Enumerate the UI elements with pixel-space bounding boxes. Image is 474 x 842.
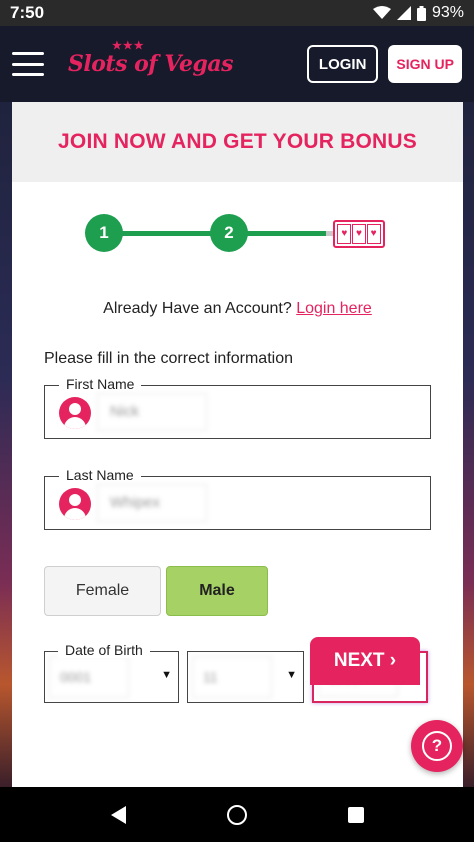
male-button[interactable]: Male (166, 566, 268, 616)
status-time: 7:50 (10, 3, 45, 22)
login-prompt: Already Have an Account? Login here (12, 300, 463, 318)
step-1: 1 (85, 214, 123, 252)
card-header: JOIN NOW AND GET YOUR BONUS (12, 102, 463, 182)
dropdown-arrow-icon: ▼ (286, 669, 297, 681)
gender-selector: Female Male (44, 566, 268, 616)
day-select[interactable]: 0001 ▼ (44, 651, 179, 703)
playing-cards-icon: ♥ ♥ ♥ (333, 220, 385, 248)
first-name-field[interactable]: First Name Nick (44, 376, 431, 439)
month-select[interactable]: 11 ▼ (187, 651, 304, 703)
logo-text: Slots of Vegas (68, 51, 234, 77)
recent-apps-icon[interactable] (347, 806, 364, 823)
help-button[interactable]: ? (411, 720, 463, 772)
next-button[interactable]: NEXT › (310, 637, 420, 685)
brand-logo[interactable]: ★★★ Slots of Vegas (68, 39, 234, 77)
stars-icon: ★★★ (112, 39, 145, 52)
progress-stepper: 1 2 ♥ ♥ ♥ (84, 214, 386, 254)
status-icons: 93% (372, 4, 464, 22)
user-icon (59, 488, 91, 520)
last-name-input[interactable]: Whipex (97, 484, 207, 522)
android-nav-bar (0, 787, 474, 842)
first-name-input[interactable]: Nick (97, 393, 207, 431)
signup-button[interactable]: SIGN UP (388, 45, 462, 83)
first-name-label: First Name (59, 376, 142, 392)
home-icon[interactable] (226, 804, 247, 825)
status-bar: 7:50 93% (0, 0, 474, 26)
site-header: ★★★ Slots of Vegas LOGIN SIGN UP (0, 26, 474, 102)
battery-icon (416, 5, 426, 21)
back-icon[interactable] (110, 805, 126, 824)
user-icon (59, 397, 91, 429)
form-instructions: Please fill in the correct information (44, 350, 293, 367)
question-icon: ? (422, 731, 452, 761)
last-name-field[interactable]: Last Name Whipex (44, 467, 431, 530)
female-button[interactable]: Female (44, 566, 161, 616)
dob-label: Date of Birth (58, 642, 150, 658)
last-name-label: Last Name (59, 467, 141, 483)
wifi-icon (372, 6, 391, 19)
step-2: 2 (210, 214, 248, 252)
login-button[interactable]: LOGIN (306, 45, 379, 83)
month-value: 11 (192, 656, 272, 698)
dropdown-arrow-icon: ▼ (161, 669, 172, 681)
hamburger-icon[interactable] (12, 52, 44, 76)
login-link[interactable]: Login here (296, 300, 372, 317)
battery-percent: 93% (431, 4, 464, 21)
header-actions: LOGIN SIGN UP (306, 45, 462, 83)
page-title: JOIN NOW AND GET YOUR BONUS (58, 130, 417, 153)
day-value: 0001 (49, 656, 129, 698)
signal-icon (396, 6, 411, 20)
already-text: Already Have an Account? (103, 300, 292, 317)
